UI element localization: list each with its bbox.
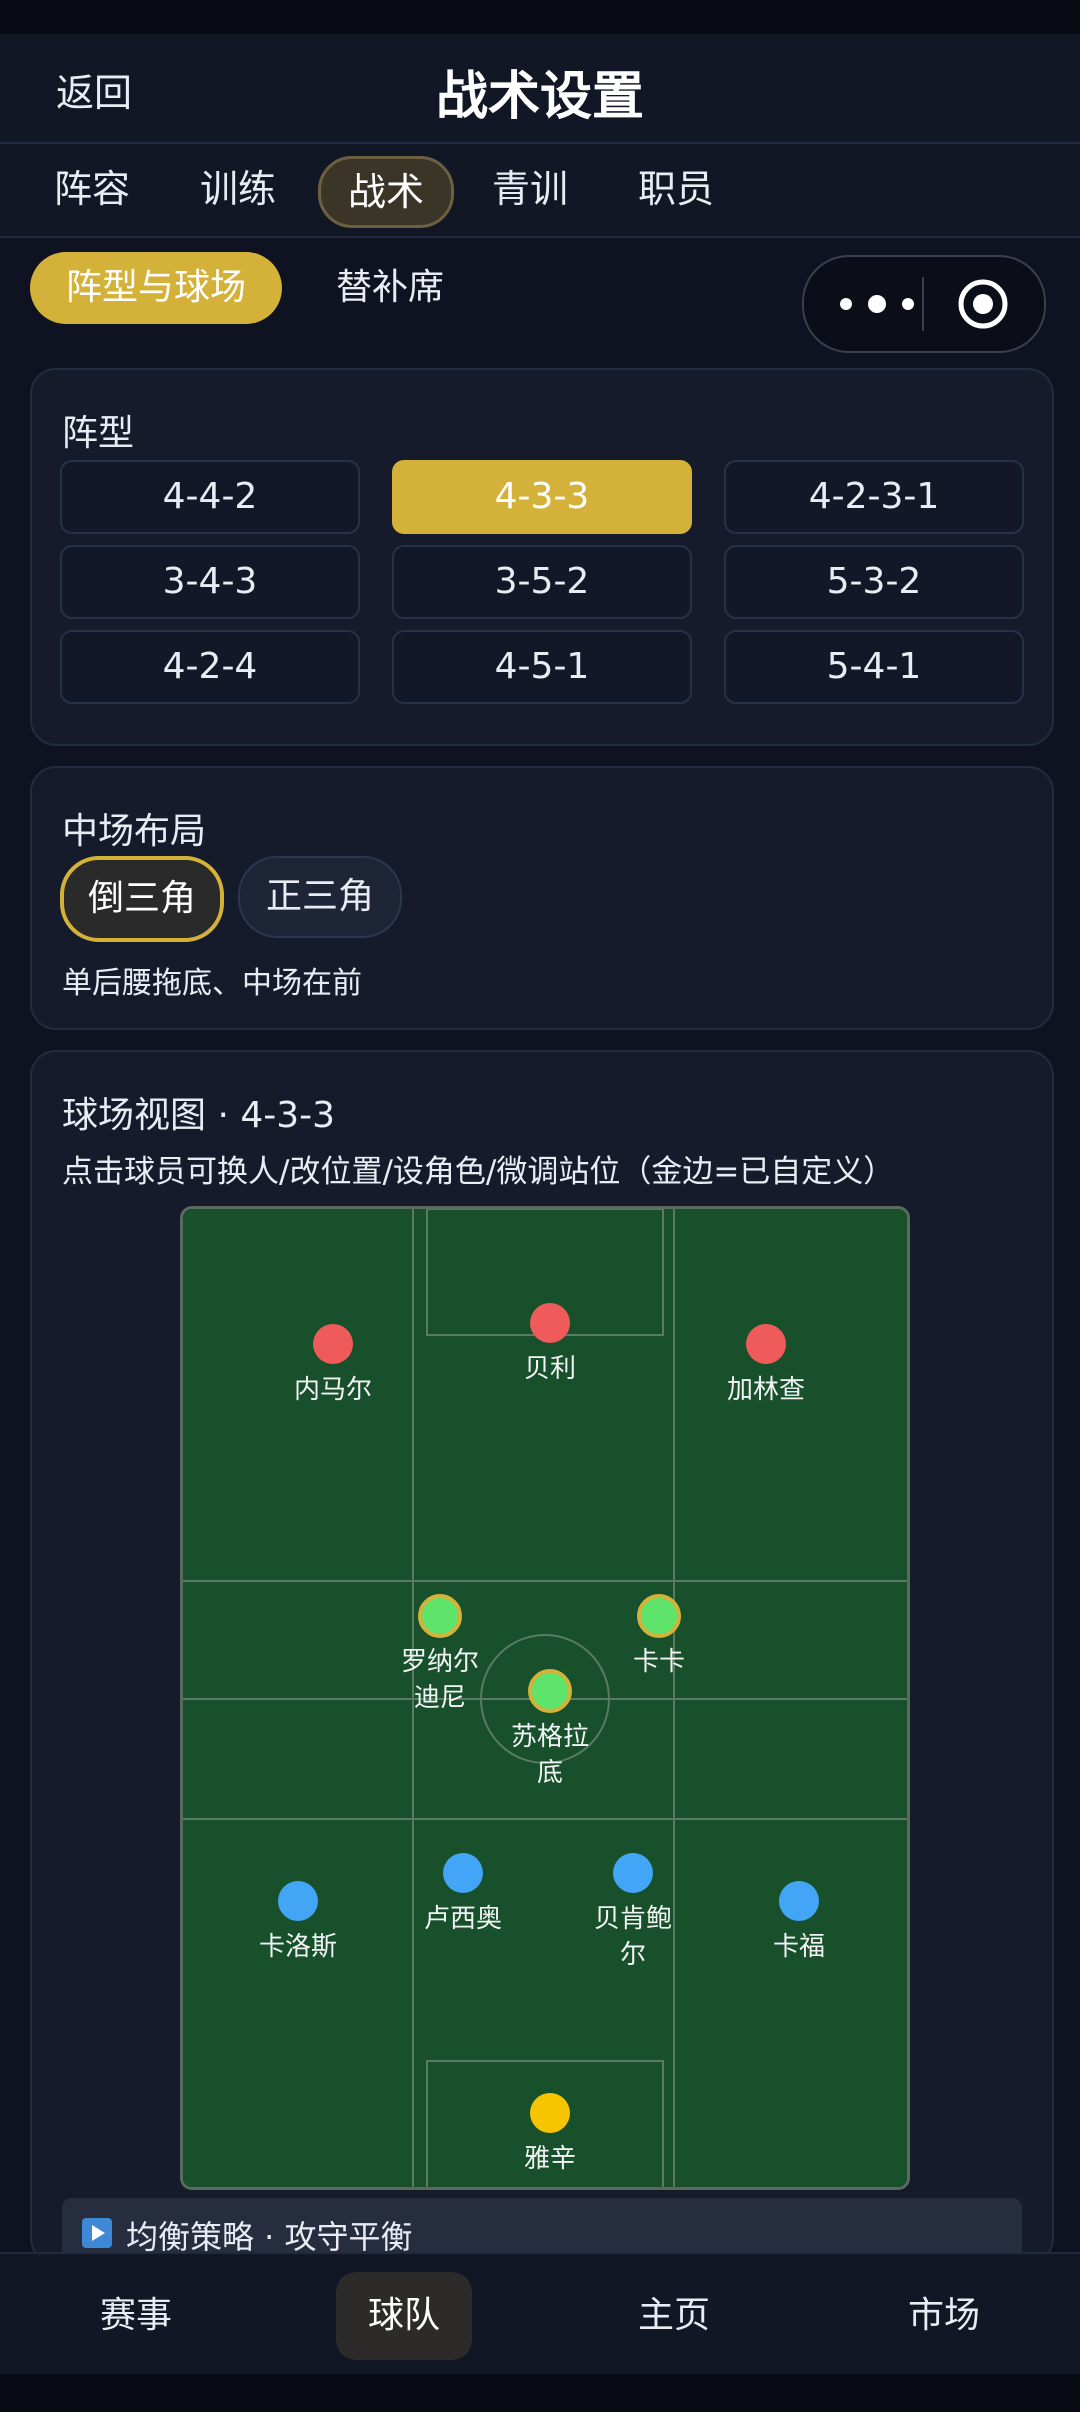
pitch-subtitle: 点击球员可换人/改位置/设角色/微调站位（金边=已自定义） (62, 1154, 895, 1190)
play-icon (82, 2218, 112, 2248)
segment-bench[interactable]: 替补席 (310, 252, 470, 324)
player-marker[interactable] (278, 1881, 318, 1921)
more-dots-icon[interactable] (834, 279, 920, 329)
player-marker[interactable] (613, 1853, 653, 1893)
player-marker[interactable] (443, 1853, 483, 1893)
formation-option[interactable]: 5-3-2 (724, 545, 1024, 619)
player-marker[interactable] (746, 1324, 786, 1364)
player-name[interactable]: 苏格拉底 (500, 1719, 600, 1791)
tab-lineup[interactable]: 阵容 (40, 156, 144, 222)
formation-option[interactable]: 4-5-1 (392, 630, 692, 704)
player-marker[interactable] (418, 1594, 462, 1638)
midfield-option-normal[interactable]: 正三角 (238, 856, 402, 938)
mini-program-capsule (802, 255, 1046, 353)
nav-market[interactable]: 市场 (874, 2272, 1014, 2360)
player-marker[interactable] (313, 1324, 353, 1364)
player-name[interactable]: 卡福 (729, 1929, 869, 1965)
formation-card: 阵型 4-4-2 4-3-3 4-2-3-1 3-4-3 3-5-2 5-3-2… (30, 368, 1054, 746)
tab-tactics[interactable]: 战术 (318, 156, 454, 228)
nav-home[interactable]: 主页 (604, 2272, 744, 2360)
player-name[interactable]: 贝利 (480, 1351, 620, 1387)
formation-option[interactable]: 3-5-2 (392, 545, 692, 619)
formation-title: 阵型 (62, 413, 135, 454)
player-name[interactable]: 雅辛 (480, 2141, 620, 2177)
home-indicator-area (0, 2374, 1080, 2412)
player-name[interactable]: 罗纳尔迪尼 (390, 1644, 490, 1716)
formation-option[interactable]: 3-4-3 (60, 545, 360, 619)
midfield-card: 中场布局 倒三角 正三角 单后腰拖底、中场在前 (30, 766, 1054, 1030)
player-marker[interactable] (530, 1303, 570, 1343)
header: 返回 战术设置 (0, 34, 1080, 144)
tab-youth[interactable]: 青训 (478, 156, 582, 222)
formation-option-selected[interactable]: 4-3-3 (392, 460, 692, 534)
tab-training[interactable]: 训练 (186, 156, 290, 222)
formation-option[interactable]: 4-2-3-1 (724, 460, 1024, 534)
target-icon[interactable] (956, 277, 1010, 331)
formation-option[interactable]: 4-2-4 (60, 630, 360, 704)
formation-option[interactable]: 4-4-2 (60, 460, 360, 534)
midfield-description: 单后腰拖底、中场在前 (62, 966, 362, 1001)
player-name[interactable]: 卢西奥 (413, 1901, 513, 1937)
player-marker[interactable] (530, 2093, 570, 2133)
pitch-card: 球场视图 · 4-3-3 点击球员可换人/改位置/设角色/微调站位（金边=已自定… (30, 1050, 1054, 2268)
nav-team[interactable]: 球队 (336, 2272, 472, 2360)
segment-formation-pitch[interactable]: 阵型与球场 (30, 252, 282, 324)
pitch-view[interactable]: 内马尔 贝利加林查罗纳尔迪尼 卡卡苏格拉底卡洛斯 卢西奥 贝肯鲍尔 卡福雅辛 (180, 1206, 910, 2190)
player-name[interactable]: 加林查 (696, 1372, 836, 1408)
player-name[interactable]: 贝肯鲍尔 (583, 1901, 683, 1973)
formation-option[interactable]: 5-4-1 (724, 630, 1024, 704)
bottom-nav: 赛事 球队 主页 市场 (0, 2252, 1080, 2376)
midfield-title: 中场布局 (62, 811, 207, 852)
tab-staff[interactable]: 职员 (624, 156, 728, 222)
status-bar (0, 0, 1080, 34)
player-name[interactable]: 卡卡 (609, 1644, 709, 1680)
midfield-option-inverted[interactable]: 倒三角 (60, 856, 224, 942)
player-name[interactable]: 卡洛斯 (228, 1929, 368, 1965)
player-marker[interactable] (779, 1881, 819, 1921)
nav-matches[interactable]: 赛事 (66, 2272, 206, 2360)
player-marker[interactable] (637, 1594, 681, 1638)
capsule-divider (922, 277, 924, 331)
player-name[interactable]: 内马尔 (263, 1372, 403, 1408)
pitch-title: 球场视图 · 4-3-3 (62, 1095, 336, 1136)
player-marker[interactable] (528, 1669, 572, 1713)
page-title: 战术设置 (435, 67, 644, 127)
top-tabs: 阵容 训练 战术 青训 职员 (0, 144, 1080, 238)
